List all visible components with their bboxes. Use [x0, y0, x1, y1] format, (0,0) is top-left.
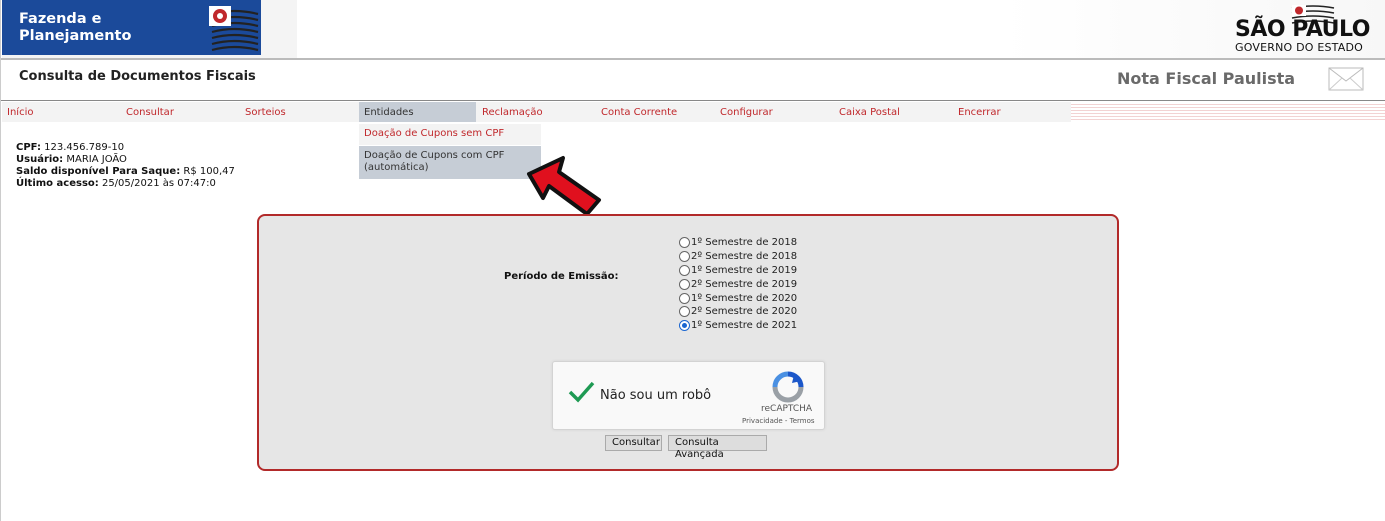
mail-icon[interactable]	[1328, 67, 1364, 91]
periodo-radio-group: 1º Semestre de 2018 2º Semestre de 2018 …	[679, 236, 797, 333]
subheader-divider	[1, 100, 1385, 101]
radio-button[interactable]	[679, 237, 690, 249]
dropdown-item-doacao-sem-cpf[interactable]: Doação de Cupons sem CPF	[359, 124, 541, 145]
radio-label: 2º Semestre de 2018	[691, 251, 798, 263]
dropdown-item-doacao-com-cpf[interactable]: Doação de Cupons com CPF (automática)	[359, 146, 541, 179]
nav-item-caixa-postal[interactable]: Caixa Postal	[834, 102, 952, 122]
nav-item-encerrar[interactable]: Encerrar	[953, 102, 1071, 122]
radio-button[interactable]	[679, 264, 690, 276]
radio-option-selected[interactable]: 1º Semestre de 2021	[679, 319, 797, 333]
recaptcha-brand: reCAPTCHA	[761, 404, 813, 414]
nav-item-sorteios[interactable]: Sorteios	[240, 102, 358, 122]
sp-title: SÃO PAULO	[1235, 17, 1371, 42]
radio-button[interactable]	[679, 251, 690, 263]
radio-label: 2º Semestre de 2020	[691, 306, 798, 318]
recaptcha-widget: Não sou um robô reCAPTCHA Privacidade - …	[552, 361, 825, 430]
recaptcha-logo-icon	[772, 371, 804, 403]
nav-decoration	[1071, 102, 1385, 122]
checkmark-icon[interactable]	[567, 380, 595, 404]
saldo-value: R$ 100,47	[183, 166, 235, 177]
cpf-label: CPF:	[16, 142, 41, 153]
radio-option[interactable]: 2º Semestre de 2019	[679, 277, 797, 291]
cpf-value: 123.456.789-10	[44, 142, 125, 153]
saldo-label: Saldo disponível Para Saque:	[16, 166, 181, 177]
app-title: Nota Fiscal Paulista	[1117, 69, 1296, 88]
periodo-label: Período de Emissão:	[504, 271, 619, 282]
radio-label: 1º Semestre de 2019	[691, 264, 798, 276]
recaptcha-label: Não sou um robô	[600, 388, 712, 403]
radio-option[interactable]: 1º Semestre de 2019	[679, 264, 797, 278]
fazenda-logo[interactable]: Fazenda e Planejamento	[2, 0, 261, 55]
radio-option[interactable]: 1º Semestre de 2020	[679, 291, 797, 305]
consulta-avancada-button[interactable]: Consulta Avançada	[668, 435, 767, 460]
fazenda-logo-area: Fazenda e Planejamento	[2, 0, 297, 58]
consulta-form-panel: Período de Emissão: 1º Semestre de 2018 …	[257, 214, 1119, 471]
main-nav: Início Consultar Sorteios Entidades Recl…	[2, 102, 1071, 122]
nav-item-configurar[interactable]: Configurar	[715, 102, 833, 122]
radio-label: 2º Semestre de 2019	[691, 278, 798, 290]
nav-item-consultar[interactable]: Consultar	[121, 102, 239, 122]
sp-flag-icon	[209, 6, 259, 52]
ultimo-acesso-value: 25/05/2021 às 07:47:0	[101, 178, 216, 189]
entidades-dropdown: Doação de Cupons sem CPF Doação de Cupon…	[359, 124, 541, 179]
radio-label: 1º Semestre de 2020	[691, 292, 798, 304]
nav-item-inicio[interactable]: Início	[2, 102, 120, 122]
radio-label: 1º Semestre de 2018	[691, 237, 798, 249]
sp-subtitle: GOVERNO DO ESTADO	[1235, 41, 1363, 54]
radio-button[interactable]	[679, 306, 690, 318]
nav-item-conta-corrente[interactable]: Conta Corrente	[596, 102, 714, 122]
radio-option[interactable]: 2º Semestre de 2018	[679, 250, 797, 264]
brand-line2: Planejamento	[19, 28, 132, 44]
nav-item-reclamacao[interactable]: Reclamação	[477, 102, 595, 122]
radio-option[interactable]: 1º Semestre de 2018	[679, 236, 797, 250]
consultar-button[interactable]: Consultar	[605, 435, 662, 451]
radio-button-checked[interactable]	[679, 320, 690, 332]
header-divider	[1, 58, 1385, 60]
brand-line1: Fazenda e	[19, 11, 102, 27]
page: Fazenda e Planejamento SÃO PAULO GOVERNO…	[0, 0, 1385, 521]
usuario-label: Usuário:	[16, 154, 64, 165]
brand-text: Fazenda e Planejamento	[19, 11, 131, 45]
recaptcha-links[interactable]: Privacidade - Termos	[742, 417, 815, 425]
ultimo-acesso-label: Último acesso:	[16, 178, 99, 189]
radio-button[interactable]	[679, 278, 690, 290]
usuario-value: MARIA JOÃO	[66, 154, 127, 165]
radio-button[interactable]	[679, 292, 690, 304]
radio-label: 1º Semestre de 2021	[691, 320, 798, 332]
red-arrow-icon	[527, 156, 601, 216]
radio-option[interactable]: 2º Semestre de 2020	[679, 305, 797, 319]
sao-paulo-logo: SÃO PAULO GOVERNO DO ESTADO	[1001, 0, 1385, 58]
page-subtitle: Consulta de Documentos Fiscais	[19, 69, 256, 84]
nav-item-entidades[interactable]: Entidades	[359, 102, 476, 122]
user-info: CPF: 123.456.789-10 Usuário: MARIA JOÃO …	[16, 142, 235, 190]
